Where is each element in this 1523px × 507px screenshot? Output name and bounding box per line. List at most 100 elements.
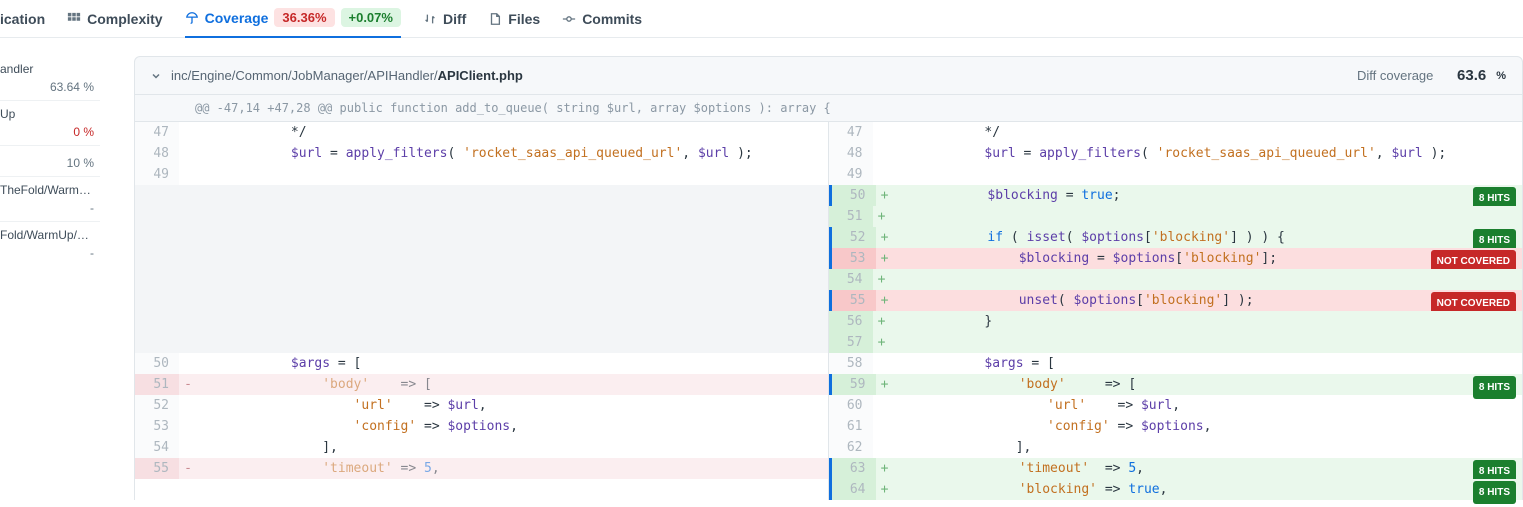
- diff-row: 51- 'body' => [: [135, 374, 828, 395]
- tab-complexity[interactable]: Complexity: [67, 0, 162, 38]
- line-number[interactable]: 63: [832, 458, 876, 479]
- file-path[interactable]: inc/Engine/Common/JobManager/APIHandler/…: [171, 68, 523, 83]
- line-number[interactable]: 50: [135, 353, 179, 374]
- diff-row: 54 ],: [135, 437, 828, 458]
- tab-duplication[interactable]: ication: [0, 0, 45, 38]
- code-line: [197, 227, 828, 248]
- diff-sign: +: [876, 248, 894, 269]
- line-number[interactable]: 64: [832, 479, 876, 500]
- diff-sign: [179, 416, 197, 437]
- code-line: 'blocking' => true,: [894, 479, 1523, 500]
- line-number[interactable]: [135, 206, 179, 227]
- diff-sign: [873, 353, 891, 374]
- diff-sign: +: [873, 269, 891, 290]
- line-number[interactable]: 61: [829, 416, 873, 437]
- diff-sign: [179, 143, 197, 164]
- code-line: 'body' => [: [197, 374, 828, 395]
- diff-sign: [873, 437, 891, 458]
- line-number[interactable]: 48: [829, 143, 873, 164]
- line-number[interactable]: 53: [832, 248, 876, 269]
- line-number[interactable]: [135, 290, 179, 311]
- file-icon: [488, 12, 502, 26]
- line-number[interactable]: 47: [135, 122, 179, 143]
- line-number[interactable]: 62: [829, 437, 873, 458]
- tab-commits[interactable]: Commits: [562, 0, 642, 38]
- code-line: [197, 164, 828, 185]
- diff-sign: [179, 164, 197, 185]
- sidebar-item[interactable]: TheFold/Warm…-: [0, 176, 100, 221]
- code-line: [197, 185, 828, 206]
- code-line: [891, 164, 1523, 185]
- tab-files[interactable]: Files: [488, 0, 540, 38]
- diff-sign: +: [876, 479, 894, 500]
- line-number[interactable]: 55: [832, 290, 876, 311]
- sidebar-item[interactable]: Up0 %: [0, 100, 100, 145]
- code-line: [197, 248, 828, 269]
- line-number[interactable]: 51: [829, 206, 873, 227]
- diff-sign: [873, 416, 891, 437]
- line-number[interactable]: 52: [832, 227, 876, 248]
- tab-coverage[interactable]: Coverage 36.36% +0.07%: [185, 0, 401, 38]
- diff-sign: [179, 353, 197, 374]
- diff-sign: [873, 143, 891, 164]
- line-number[interactable]: [135, 185, 179, 206]
- diff-row: [135, 311, 828, 332]
- line-number[interactable]: 50: [832, 185, 876, 206]
- diff-row: 52 'url' => $url,: [135, 395, 828, 416]
- tab-label: Complexity: [87, 11, 162, 27]
- sidebar-item[interactable]: 10 %: [0, 145, 100, 176]
- diff-row: 51+: [829, 206, 1523, 227]
- sidebar: andler63.64 %Up0 %10 %TheFold/Warm…-Fold…: [0, 38, 100, 500]
- code-line: $url = apply_filters( 'rocket_saas_api_q…: [891, 143, 1523, 164]
- diff-row: [135, 332, 828, 353]
- diff-sign: [179, 206, 197, 227]
- line-number[interactable]: [135, 248, 179, 269]
- line-number[interactable]: 56: [829, 311, 873, 332]
- line-number[interactable]: 49: [135, 164, 179, 185]
- line-number[interactable]: 54: [135, 437, 179, 458]
- line-number[interactable]: 57: [829, 332, 873, 353]
- diff-row: 58 $args = [: [829, 353, 1523, 374]
- line-number[interactable]: 54: [829, 269, 873, 290]
- sidebar-item[interactable]: andler63.64 %: [0, 56, 100, 100]
- diff-sign: +: [873, 332, 891, 353]
- code-line: [197, 332, 828, 353]
- code-line: [197, 311, 828, 332]
- tab-diff[interactable]: Diff: [423, 0, 466, 38]
- diff-row: [135, 269, 828, 290]
- line-number[interactable]: 60: [829, 395, 873, 416]
- line-number[interactable]: 48: [135, 143, 179, 164]
- sidebar-item-name: Up: [0, 107, 94, 121]
- diff-sign: [873, 395, 891, 416]
- diff-sign: -: [179, 374, 197, 395]
- sidebar-item-value: -: [0, 201, 94, 215]
- sidebar-item[interactable]: Fold/WarmUp/…-: [0, 221, 100, 266]
- line-number[interactable]: 51: [135, 374, 179, 395]
- code-line: 'url' => $url,: [891, 395, 1523, 416]
- file-path-name: APIClient.php: [438, 68, 523, 83]
- diff-row: 54+: [829, 269, 1523, 290]
- line-number[interactable]: 49: [829, 164, 873, 185]
- line-number[interactable]: [135, 311, 179, 332]
- sidebar-item-value: 10 %: [0, 156, 94, 170]
- line-number[interactable]: 47: [829, 122, 873, 143]
- code-line: $args = [: [891, 353, 1523, 374]
- line-number[interactable]: 53: [135, 416, 179, 437]
- line-number[interactable]: [135, 332, 179, 353]
- line-number[interactable]: 52: [135, 395, 179, 416]
- umbrella-icon: [185, 11, 199, 25]
- line-number[interactable]: 59: [832, 374, 876, 395]
- line-number[interactable]: [135, 227, 179, 248]
- line-number[interactable]: [135, 269, 179, 290]
- diff-row: [135, 185, 828, 206]
- diff-row: 49: [135, 164, 828, 185]
- chevron-down-icon[interactable]: [151, 71, 161, 81]
- line-number[interactable]: 58: [829, 353, 873, 374]
- sidebar-item-name: Fold/WarmUp/…: [0, 228, 94, 242]
- diff-sign: [179, 311, 197, 332]
- diff-coverage-label: Diff coverage: [1357, 68, 1433, 83]
- diff-sign: +: [873, 311, 891, 332]
- diff-sign: +: [876, 374, 894, 395]
- line-number[interactable]: 55: [135, 458, 179, 479]
- diff-row: 50 $args = [: [135, 353, 828, 374]
